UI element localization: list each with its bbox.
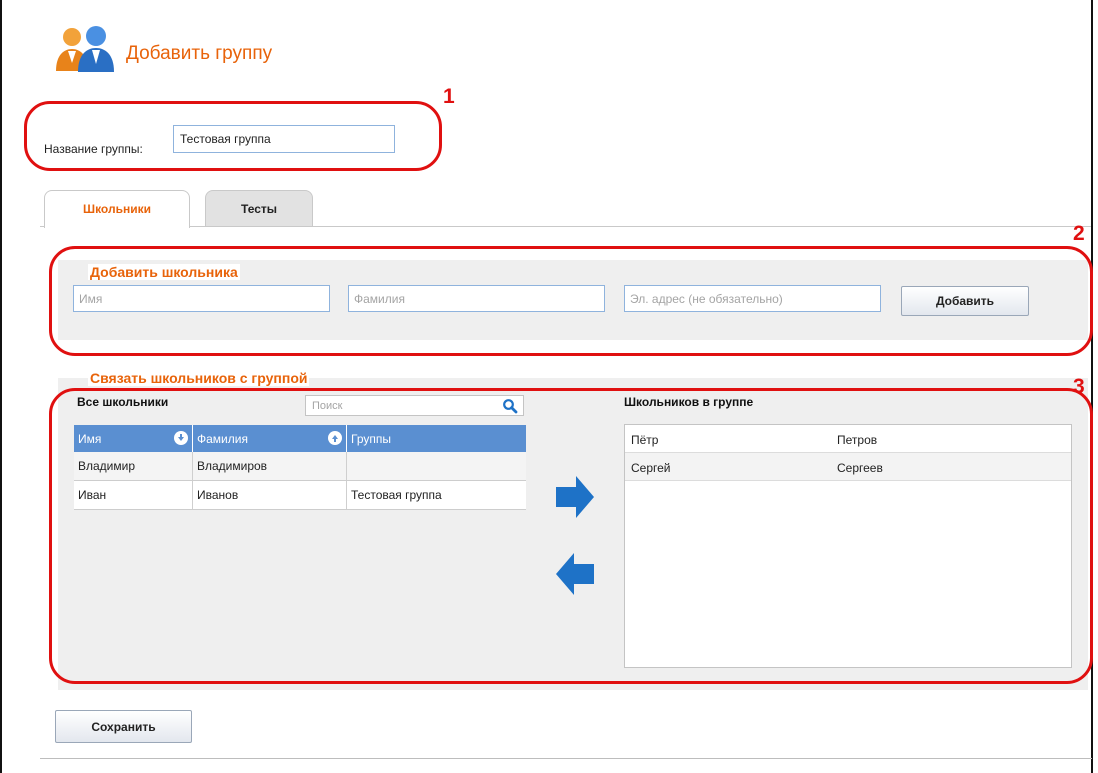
users-icon [56, 26, 114, 72]
save-button[interactable]: Сохранить [55, 710, 192, 743]
annotation-frame-3 [49, 388, 1093, 684]
tab-students[interactable]: Школьники [44, 190, 190, 228]
tab-tests[interactable]: Тесты [205, 190, 313, 227]
annotation-frame-2 [49, 246, 1093, 356]
group-name-label: Название группы: [44, 142, 143, 156]
annotation-number-3: 3 [1073, 375, 1085, 398]
window-frame-left [0, 0, 2, 773]
group-name-input[interactable] [173, 125, 395, 153]
link-students-legend: Связать школьников с группой [88, 370, 310, 386]
page-title: Добавить группу [126, 43, 273, 64]
annotation-number-2: 2 [1073, 222, 1085, 245]
annotation-number-1: 1 [443, 85, 455, 108]
window-frame-bottom [40, 758, 1092, 759]
tab-strip-line [190, 226, 1091, 227]
